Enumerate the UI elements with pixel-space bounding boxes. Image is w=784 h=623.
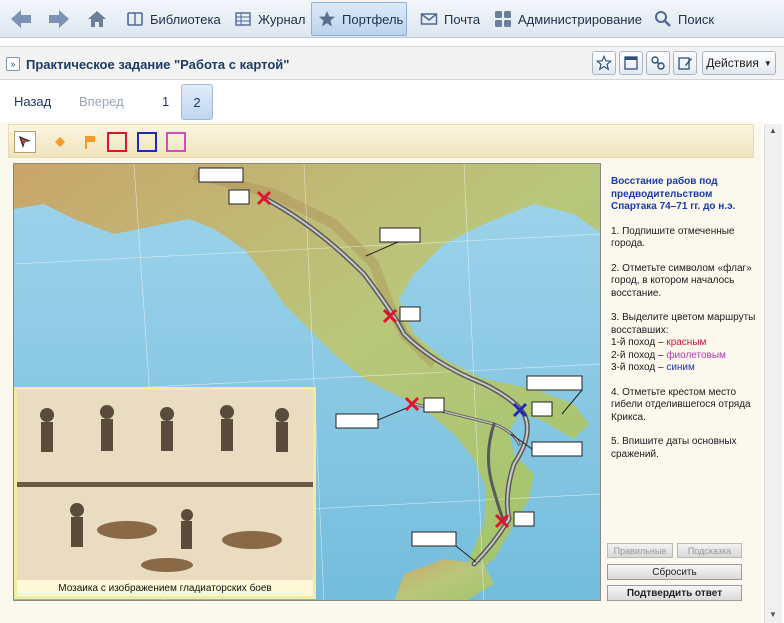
mosaic-caption: Мозаика с изображением гладиаторских бое… — [58, 583, 272, 594]
window-button[interactable] — [619, 51, 643, 75]
route-2: 2-й поход – фиолетовым — [611, 350, 759, 363]
nav-journal-label: Журнал — [258, 11, 306, 27]
hint-button[interactable]: Подсказка — [677, 543, 742, 558]
library-icon — [126, 10, 144, 28]
route-3-color: синим — [666, 362, 695, 373]
star-icon — [318, 10, 336, 28]
route-1: 1-й поход – красным — [611, 337, 759, 350]
link-button[interactable] — [646, 51, 670, 75]
pointer-tool[interactable] — [14, 131, 36, 153]
route-2-color: фиолетовым — [666, 349, 726, 361]
task-step-3-intro: 3. Выделите цветом маршруты восставших: — [611, 312, 756, 336]
nav-administration-label: Администрирование — [518, 11, 642, 27]
window-icon — [624, 56, 638, 70]
expand-icon[interactable]: » — [6, 57, 20, 71]
red-color-tool[interactable] — [107, 132, 127, 152]
cross-marker-tool[interactable] — [49, 131, 71, 153]
nav-mail-label: Почта — [444, 11, 481, 27]
top-navigation: Библиотека Журнал Портфель Почта Админис… — [0, 0, 784, 38]
edit-button[interactable] — [673, 51, 697, 75]
flag-tool[interactable] — [79, 131, 101, 153]
chevron-down-icon: ▼ — [763, 58, 772, 68]
search-icon — [654, 10, 672, 28]
vertical-scrollbar[interactable]: ▲ ▼ — [764, 124, 782, 623]
star-outline-icon — [596, 55, 612, 71]
map-toolstrip — [8, 124, 754, 158]
link-icon — [651, 56, 665, 70]
pager-page-2[interactable]: 2 — [181, 84, 213, 120]
route-3: 3-й поход – синим — [611, 362, 759, 375]
admin-icon — [494, 10, 512, 28]
reset-button[interactable]: Сбросить — [607, 564, 742, 580]
blue-color-tool[interactable] — [137, 132, 157, 152]
submit-answer-button[interactable]: Подтвердить ответ — [607, 585, 742, 601]
route-3-prefix: 3-й поход – — [611, 362, 664, 373]
route-1-prefix: 1-й поход – — [611, 337, 664, 348]
scroll-down-icon[interactable]: ▼ — [769, 610, 777, 619]
back-arrow-icon[interactable] — [8, 6, 34, 32]
nav-mail[interactable]: Почта — [420, 2, 480, 36]
scroll-up-icon[interactable]: ▲ — [769, 126, 777, 135]
nav-library-label: Библиотека — [150, 11, 221, 27]
page-title: Практическое задание "Работа с картой" — [26, 57, 290, 72]
journal-icon — [234, 10, 252, 28]
actions-label: Действия — [706, 56, 759, 70]
forward-arrow-icon[interactable] — [46, 6, 72, 32]
route-1-color: красным — [666, 337, 707, 348]
cross-marker-icon — [55, 137, 65, 147]
gladiator-mosaic: Мозаика с изображением гладиаторских бое… — [14, 387, 316, 599]
task-step-2: 2. Отметьте символом «флаг» город, в кот… — [611, 262, 752, 299]
home-icon[interactable] — [86, 8, 108, 30]
edit-icon — [678, 57, 692, 70]
task-step-1: 1. Подпишите отмеченные города. — [611, 225, 735, 250]
flag-icon — [85, 136, 95, 149]
mail-icon — [420, 10, 438, 28]
nav-portfolio[interactable]: Портфель — [311, 2, 407, 36]
nav-library[interactable]: Библиотека — [126, 2, 221, 36]
mosaic-image — [17, 390, 313, 580]
pager-page-1[interactable]: 1 — [162, 94, 169, 109]
nav-administration[interactable]: Администрирование — [494, 2, 642, 36]
task-header: Восстание рабов под предводительством Сп… — [611, 176, 736, 212]
task-titlebar: » Практическое задание "Работа с картой"… — [0, 46, 784, 80]
nav-journal[interactable]: Журнал — [234, 2, 305, 36]
task-step-3: 3. Выделите цветом маршруты восставших: … — [611, 312, 759, 375]
favorite-button[interactable] — [592, 51, 616, 75]
nav-search-label: Поиск — [678, 11, 715, 27]
pager-forward: Вперед — [79, 94, 124, 109]
pager: Назад Вперед 1 2 — [0, 82, 784, 122]
route-2-prefix: 2-й поход – — [611, 349, 664, 361]
cursor-icon — [19, 136, 31, 148]
task-step-5: 5. Впишите даты основных сражений. — [611, 436, 737, 460]
actions-dropdown[interactable]: Действия ▼ — [702, 51, 776, 75]
violet-color-tool[interactable] — [166, 132, 186, 152]
show-correct-button[interactable]: Правильные — [607, 543, 673, 558]
pager-back[interactable]: Назад — [14, 94, 51, 109]
task-step-4: 4. Отметьте крестом место гибели отделив… — [611, 386, 751, 423]
task-instructions: Восстание рабов под предводительством Сп… — [611, 176, 759, 473]
nav-portfolio-label: Портфель — [342, 11, 404, 27]
nav-search[interactable]: Поиск — [654, 2, 714, 36]
